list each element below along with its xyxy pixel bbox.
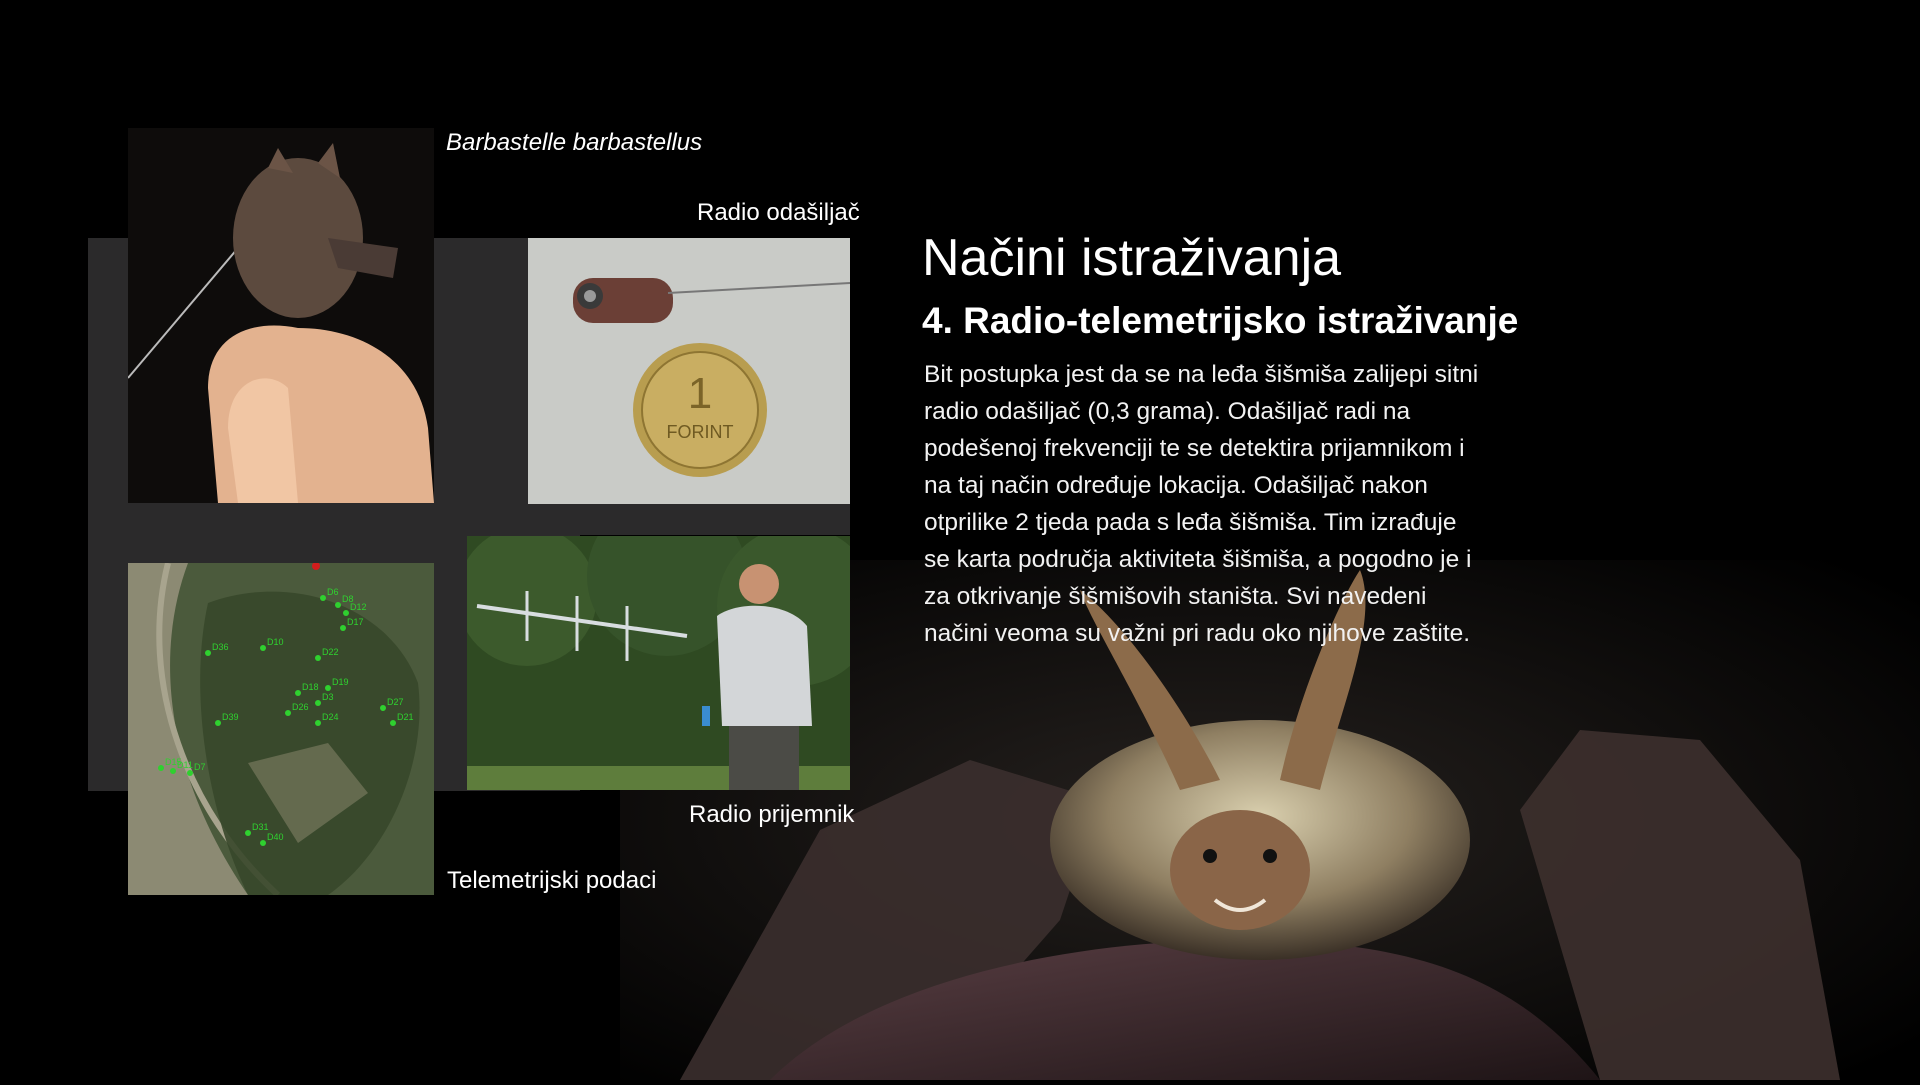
- map-point-label: D36: [212, 642, 229, 652]
- map-point-label: D6: [327, 587, 339, 597]
- map-point-label: D19: [332, 677, 349, 687]
- map-point: [295, 690, 301, 696]
- map-point: [325, 685, 331, 691]
- map-point: [158, 765, 164, 771]
- map-point-label: D17: [347, 617, 364, 627]
- map-point: [335, 602, 341, 608]
- body-line: podešenoj frekvenciji te se detektira pr…: [924, 435, 1465, 462]
- map-point: [260, 645, 266, 651]
- svg-text:1: 1: [688, 369, 712, 418]
- map-point: [215, 720, 221, 726]
- map-point: [187, 770, 193, 776]
- map-point-label: D18: [302, 682, 319, 692]
- body-line: Bit postupka jest da se na leđa šišmiša …: [924, 361, 1479, 388]
- map-point-label: D22: [322, 647, 339, 657]
- slide-subtitle: 4. Radio-telemetrijsko istraživanje: [922, 300, 1519, 341]
- body-line: na taj način određuje lokacija. Odašilja…: [924, 472, 1428, 499]
- body-line: načini veoma su važni pri radu oko njiho…: [924, 620, 1471, 647]
- slide-title: Načini istraživanja: [922, 229, 1342, 287]
- barbastelle-bat-photo: [128, 128, 434, 503]
- map-point: [285, 710, 291, 716]
- bat-species-caption: Barbastelle barbastellus: [446, 129, 703, 156]
- map-point-label: D26: [292, 702, 309, 712]
- coin-text: FORINT: [667, 422, 734, 442]
- map-point-label: D11: [177, 760, 193, 770]
- map-point: [380, 705, 386, 711]
- map-point: [245, 830, 251, 836]
- slide-body-text: Bit postupka jest da se na leđa šišmiša …: [924, 356, 1479, 652]
- map-point: [390, 720, 396, 726]
- map-point-label: D3: [322, 692, 334, 702]
- body-line: radio odašiljač (0,3 grama). Odašiljač r…: [924, 398, 1411, 425]
- slide: Barbastelle barbastellus Radio odašiljač…: [0, 0, 1920, 1080]
- map-point-label: D27: [387, 697, 404, 707]
- map-point-label: D12: [350, 602, 367, 612]
- map-point: [315, 720, 321, 726]
- body-line: otprilike 2 tjeda pada s leđa šišmiša. T…: [924, 509, 1457, 536]
- transmitter-caption: Radio odašiljač: [697, 199, 860, 226]
- radio-receiver-photo: [467, 536, 850, 790]
- map-point-label: D40: [267, 832, 284, 842]
- map-point-label: D39: [222, 712, 239, 722]
- telemetry-caption: Telemetrijski podaci: [447, 867, 657, 894]
- map-point: [320, 595, 326, 601]
- map-point: [343, 610, 349, 616]
- map-point: [340, 625, 346, 631]
- map-point: [205, 650, 211, 656]
- map-point-label: D21: [397, 712, 414, 722]
- body-line: se karta područja aktiviteta šišmiša, a …: [924, 546, 1472, 573]
- map-point: [260, 840, 266, 846]
- map-point-label: D10: [267, 637, 284, 647]
- map-point: [170, 768, 176, 774]
- body-line: za otkrivanje šišmišovih staništa. Svi n…: [924, 583, 1427, 610]
- radio-transmitter-photo: FORINT 1: [528, 238, 850, 504]
- map-point: [315, 700, 321, 706]
- map-point-label: D31: [252, 822, 269, 832]
- telemetry-map-photo: D6 D8 D12 D17 D36 D10 D22 D19 D18 D3 D27 D26 D24 D21 D…: [128, 563, 434, 895]
- receiver-caption: Radio prijemnik: [689, 801, 855, 828]
- map-point-label: D24: [322, 712, 339, 722]
- map-point: [315, 655, 321, 661]
- map-point-label: D7: [194, 762, 206, 772]
